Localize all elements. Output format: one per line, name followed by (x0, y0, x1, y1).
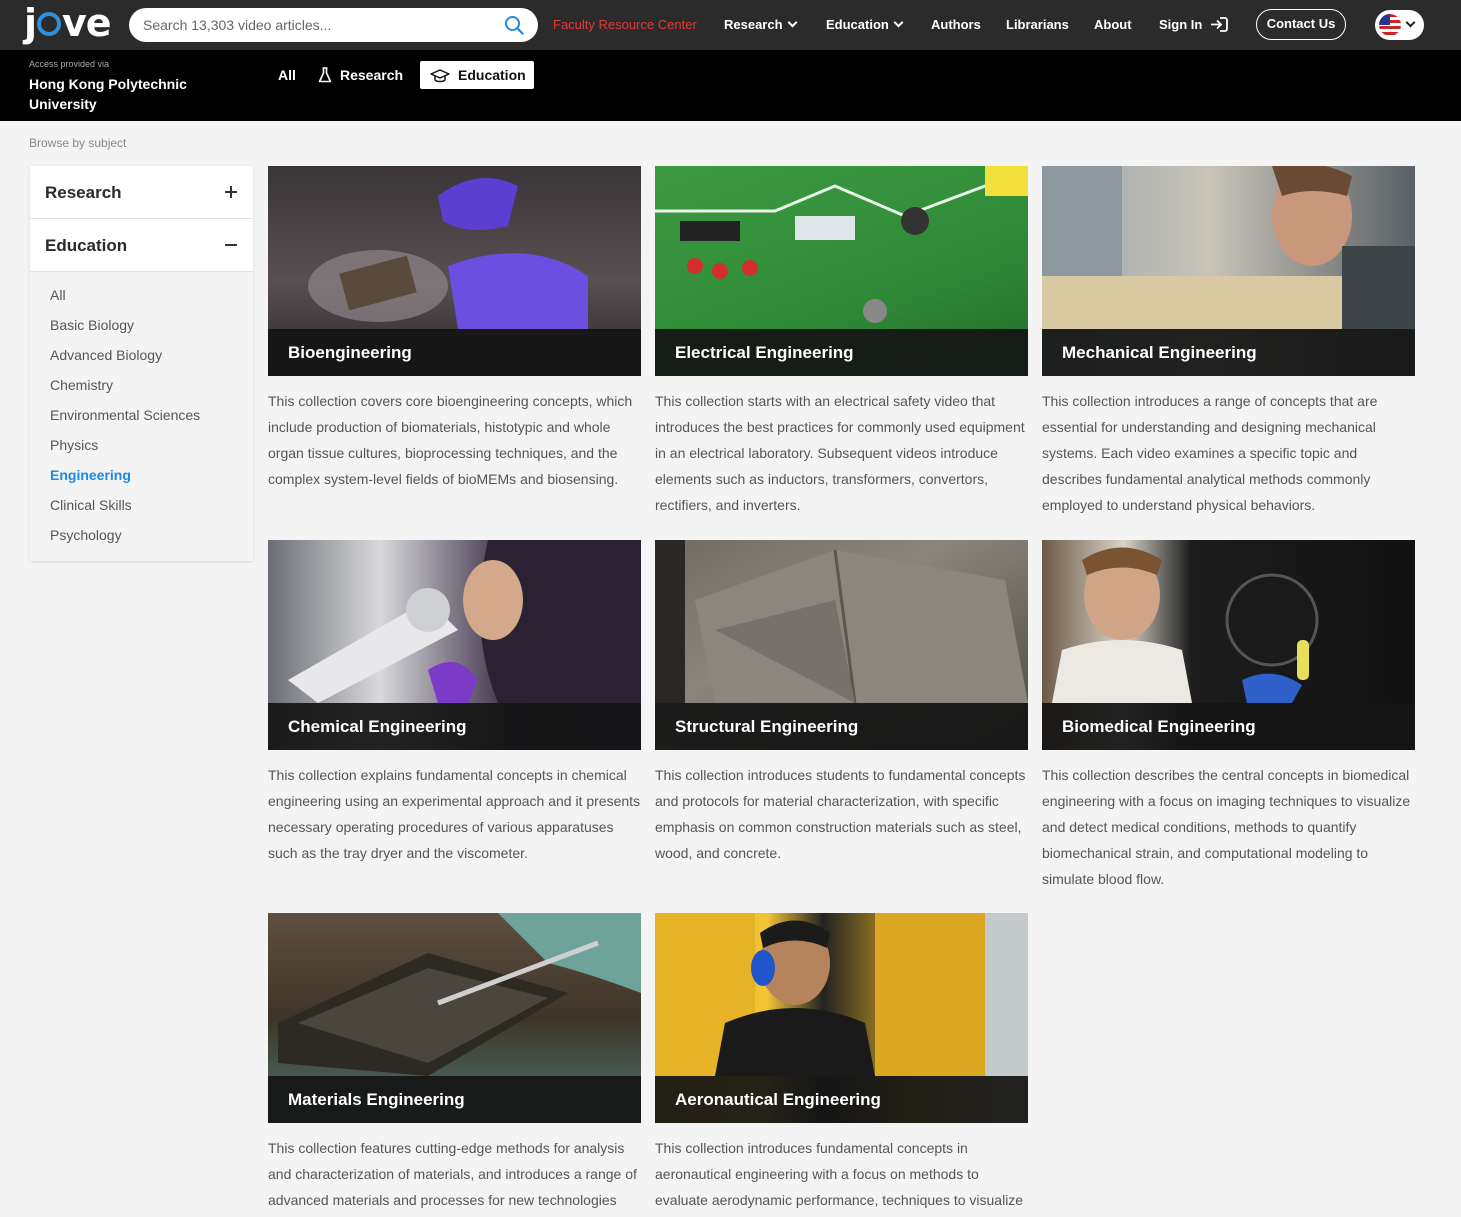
sign-in-button[interactable]: Sign In (1159, 17, 1228, 32)
aeronautical-lab-scene (655, 913, 1028, 1076)
chevron-down-icon (1405, 17, 1416, 28)
sidebar-research-header[interactable]: Research (30, 166, 253, 219)
collection-thumbnail[interactable]: Electrical Engineering (655, 166, 1028, 376)
collection-title: Electrical Engineering (675, 343, 854, 362)
sidebar-item-environmental-sciences[interactable]: Environmental Sciences (50, 407, 200, 423)
nav-education[interactable]: Education (826, 17, 904, 32)
collection-description: This collection describes the central co… (1042, 767, 1411, 887)
tab-education[interactable]: Education (420, 61, 534, 89)
collection-description: This collection introduces fundamental c… (655, 1140, 1024, 1208)
collection-caption: Electrical Engineering (655, 329, 1028, 376)
sign-in-icon (1210, 17, 1228, 32)
nav-research-label: Research (724, 17, 783, 32)
collection-title: Mechanical Engineering (1062, 343, 1257, 362)
circuit-board-scene (655, 166, 1028, 323)
collection-caption: Mechanical Engineering (1042, 329, 1415, 376)
collection-title: Biomedical Engineering (1062, 717, 1256, 736)
collection-caption: Structural Engineering (655, 703, 1028, 750)
collection-thumbnail[interactable]: Structural Engineering (655, 540, 1028, 750)
collection-thumbnail[interactable]: Aeronautical Engineering (655, 913, 1028, 1123)
sidebar-research-label: Research (45, 183, 122, 202)
collection-thumbnail[interactable]: Bioengineering (268, 166, 641, 376)
tab-education-label: Education (458, 67, 526, 83)
sidebar-item-all[interactable]: All (50, 287, 66, 303)
collection-thumbnail[interactable]: Biomedical Engineering (1042, 540, 1415, 750)
collection-thumbnail[interactable]: Chemical Engineering (268, 540, 641, 750)
collection-title: Bioengineering (288, 343, 412, 362)
collection-caption: Chemical Engineering (268, 703, 641, 750)
sidebar-item-psychology[interactable]: Psychology (50, 527, 122, 543)
microscope-scene (288, 540, 641, 703)
tab-research[interactable]: Research (318, 61, 403, 89)
biomedical-lab-scene (1052, 547, 1319, 703)
sidebar-item-engineering[interactable]: Engineering (50, 467, 131, 483)
collection-description: This collection introduces students to f… (655, 767, 1026, 861)
nav-faculty-resource-center[interactable]: Faculty Resource Center (553, 17, 697, 32)
contact-us-button[interactable]: Contact Us (1256, 9, 1346, 40)
sign-in-label: Sign In (1159, 17, 1203, 32)
language-selector[interactable] (1375, 10, 1424, 40)
collection-caption: Biomedical Engineering (1042, 703, 1415, 750)
sidebar-education-header[interactable]: Education (30, 219, 253, 272)
top-navbar: jve Faculty Resource Center Research Edu… (0, 0, 1461, 50)
collection-thumbnail[interactable]: Materials Engineering (268, 913, 641, 1123)
nav-authors[interactable]: Authors (931, 17, 981, 32)
browse-by-subject-label: Browse by subject (29, 136, 127, 150)
collection-description: This collection features cutting-edge me… (268, 1140, 637, 1208)
search-bar[interactable] (129, 8, 538, 42)
materials-lab-scene (278, 913, 641, 1076)
search-input[interactable] (143, 15, 493, 35)
sidebar-item-clinical-skills[interactable]: Clinical Skills (50, 497, 132, 513)
collection-thumbnail[interactable]: Mechanical Engineering (1042, 166, 1415, 376)
sidebar-education-label: Education (45, 236, 128, 255)
sidebar-item-physics[interactable]: Physics (50, 437, 98, 453)
chevron-down-icon (893, 17, 904, 28)
plus-icon (225, 182, 237, 202)
chevron-down-icon (787, 17, 797, 28)
graduation-cap-icon (430, 69, 450, 83)
collection-caption: Bioengineering (268, 329, 641, 376)
search-icon[interactable] (504, 15, 524, 35)
bioengineering-scene (308, 178, 588, 329)
collection-caption: Materials Engineering (268, 1076, 641, 1123)
nav-education-label: Education (826, 17, 889, 32)
nav-research[interactable]: Research (724, 17, 797, 32)
collection-description: This collection introduces a range of co… (1042, 393, 1378, 513)
tab-research-label: Research (340, 67, 404, 83)
tab-all[interactable]: All (278, 61, 296, 89)
collection-description: This collection starts with an electrica… (655, 393, 1025, 513)
us-flag-icon (1379, 14, 1401, 36)
flask-icon (318, 67, 332, 83)
collection-title: Materials Engineering (288, 1090, 465, 1109)
collection-title: Structural Engineering (675, 717, 859, 736)
sidebar-item-chemistry[interactable]: Chemistry (50, 377, 113, 393)
nav-librarians[interactable]: Librarians (1006, 17, 1069, 32)
collection-description: This collection covers core bioengineeri… (268, 393, 633, 487)
institution-name: Hong Kong Polytechnic University (29, 76, 187, 112)
collection-description: This collection explains fundamental con… (268, 767, 641, 861)
collection-caption: Aeronautical Engineering (655, 1076, 1028, 1123)
sidebar-item-advanced-biology[interactable]: Advanced Biology (50, 347, 162, 363)
mechanical-lab-scene (1042, 166, 1415, 329)
access-label: Access provided via (29, 59, 110, 69)
collection-title: Chemical Engineering (288, 717, 467, 736)
collection-title: Aeronautical Engineering (675, 1090, 881, 1109)
sub-navbar: Access provided via Hong Kong Polytechni… (0, 50, 1461, 121)
subject-sidebar: Research Education All Basic Biology Adv… (30, 166, 253, 561)
sidebar-item-basic-biology[interactable]: Basic Biology (50, 317, 134, 333)
jove-logo[interactable]: j ve (24, 3, 114, 47)
concrete-block-scene (655, 540, 1028, 704)
minus-icon (225, 235, 237, 255)
education-submenu: All Basic Biology Advanced Biology Chemi… (30, 272, 253, 561)
nav-about[interactable]: About (1094, 17, 1132, 32)
